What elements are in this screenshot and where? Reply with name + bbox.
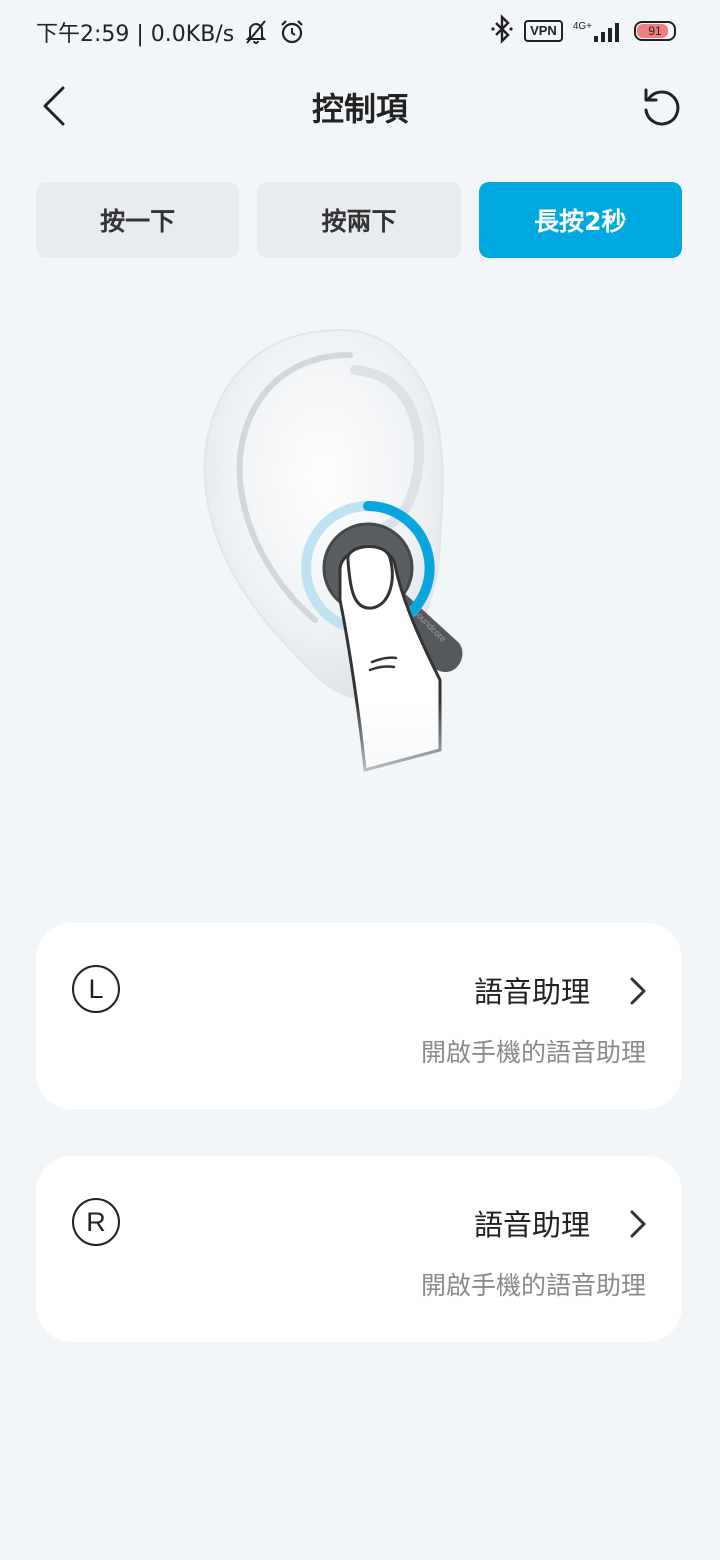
right-side-badge: R — [72, 1198, 120, 1246]
left-action-description: 開啟手機的語音助理 — [420, 1038, 646, 1067]
gesture-tabs: 按一下 按兩下 長按2秒 — [36, 182, 682, 258]
status-time-speed: 下午2:59 | 0.0KB/s — [36, 22, 235, 47]
right-action-description: 開啟手機的語音助理 — [420, 1271, 646, 1300]
status-left: 下午2:59 | 0.0KB/s — [36, 16, 306, 48]
reset-icon — [644, 88, 680, 126]
left-earbud-control-card[interactable]: L 語音助理 開啟手機的語音助理 — [36, 923, 682, 1109]
ear-earbud-illustration: soundcore — [203, 328, 480, 800]
left-action-label: 語音助理 — [473, 975, 590, 1009]
gesture-illustration: soundcore — [140, 300, 580, 800]
tab-long-press[interactable]: 長按2秒 — [478, 182, 682, 258]
chevron-right-icon — [630, 977, 646, 1005]
signal-indicator: 4G+ — [573, 20, 624, 42]
vpn-badge: VPN — [524, 20, 563, 42]
tab-single-tap[interactable]: 按一下 — [36, 182, 240, 258]
bluetooth-icon — [490, 14, 514, 48]
signal-icon — [594, 23, 619, 42]
tab-double-tap[interactable]: 按兩下 — [257, 182, 461, 258]
right-action-label: 語音助理 — [473, 1208, 590, 1242]
network-type: 4G+ — [572, 21, 592, 32]
header: 控制項 — [0, 70, 720, 142]
battery-icon: 91 — [634, 21, 676, 41]
battery-level: 91 — [648, 24, 662, 38]
chevron-right-icon — [630, 1210, 646, 1238]
right-earbud-control-card[interactable]: R 語音助理 開啟手機的語音助理 — [36, 1156, 682, 1342]
reset-button[interactable] — [636, 82, 684, 130]
status-bar: 下午2:59 | 0.0KB/s VPN 4G+ 91 — [0, 0, 720, 62]
alarm-icon — [278, 18, 306, 46]
left-side-badge: L — [72, 965, 120, 1013]
page-title: 控制項 — [311, 90, 408, 128]
status-right: VPN 4G+ 91 — [490, 14, 676, 48]
bell-off-icon — [242, 18, 270, 46]
